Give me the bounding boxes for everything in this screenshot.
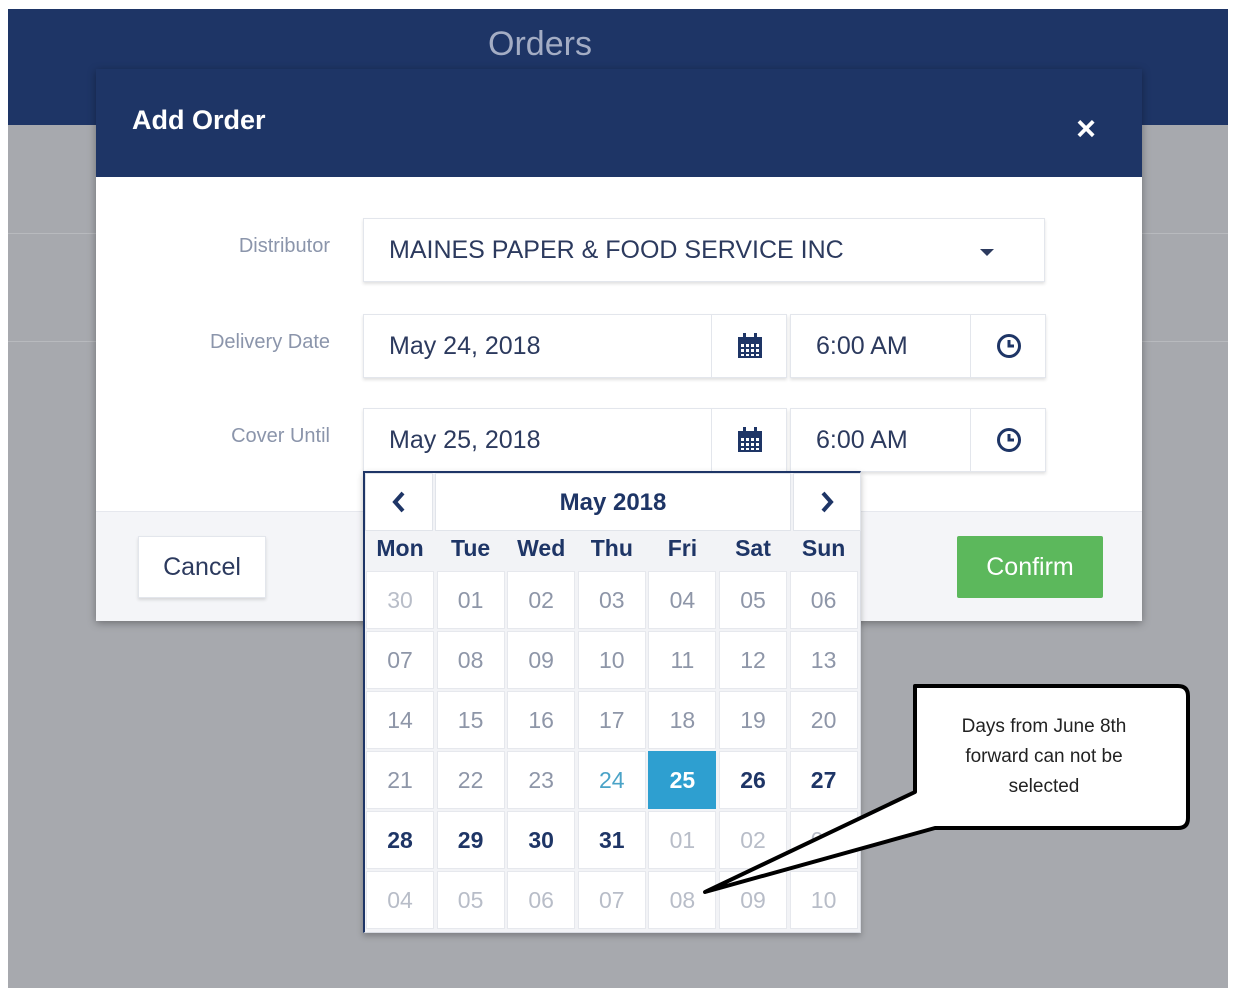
calendar-icon[interactable]	[711, 315, 787, 377]
calendar-day[interactable]: 25	[648, 751, 717, 809]
annotation-text: Days from June 8th forward can not be se…	[961, 716, 1127, 797]
calendar-day: 21	[366, 751, 434, 809]
close-icon[interactable]: ×	[1066, 109, 1106, 149]
calendar-day: 01	[436, 571, 505, 629]
calendar-day[interactable]: 27	[789, 751, 858, 809]
month-label[interactable]: May 2018	[435, 473, 791, 531]
calendar-day[interactable]: 31	[577, 811, 646, 869]
distributor-select[interactable]: MAINES PAPER & FOOD SERVICE INC	[363, 218, 1045, 282]
modal-header: Add Order ×	[96, 69, 1142, 177]
weekday-sun: Sun	[801, 535, 846, 561]
delivery-time-value: 6:00 AM	[816, 332, 908, 360]
calendar-day: 07	[366, 631, 434, 689]
clock-icon[interactable]	[970, 409, 1046, 471]
calendar-day: 12	[719, 631, 787, 689]
weekday-wed: Wed	[517, 535, 566, 561]
cover-until-date-value: May 25, 2018	[389, 426, 541, 454]
calendar-day: 06	[789, 571, 858, 629]
calendar-day: 03	[789, 811, 858, 869]
calendar-day: 13	[789, 631, 858, 689]
delivery-date-label: Delivery Date	[209, 331, 330, 353]
calendar-day: 11	[648, 631, 717, 689]
calendar-day: 14	[366, 691, 434, 749]
calendar-day: 06	[507, 871, 576, 929]
calendar-day: 30	[366, 571, 434, 629]
weekday-fri: Fri	[667, 535, 698, 561]
prev-month-button[interactable]	[365, 473, 433, 531]
calendar-day: 24	[577, 751, 646, 809]
calendar-day: 15	[436, 691, 505, 749]
cover-until-time-value: 6:00 AM	[816, 426, 908, 454]
weekday-sat: Sat	[735, 535, 771, 561]
page-title: Orders	[488, 25, 592, 63]
weekday-mon: Mon	[376, 535, 424, 561]
cover-until-label: Cover Until	[231, 425, 330, 447]
calendar-day[interactable]: 26	[719, 751, 787, 809]
calendar-day: 09	[719, 871, 787, 929]
calendar-day[interactable]: 28	[366, 811, 434, 869]
cover-until-time-input[interactable]: 6:00 AM	[790, 408, 1046, 472]
calendar-day: 07	[577, 871, 646, 929]
distributor-label: Distributor	[238, 235, 330, 257]
calendar-day: 17	[577, 691, 646, 749]
calendar-day: 04	[648, 571, 717, 629]
calendar-day: 04	[366, 871, 434, 929]
calendar-day: 09	[507, 631, 576, 689]
calendar-day: 03	[577, 571, 646, 629]
chevron-left-icon	[392, 491, 405, 513]
caret-down-icon	[980, 249, 994, 256]
next-month-button[interactable]	[793, 473, 861, 531]
calendar-day[interactable]: 29	[436, 811, 505, 869]
calendar-day: 23	[507, 751, 576, 809]
weekday-tue: Tue	[451, 535, 491, 561]
cancel-button[interactable]: Cancel	[138, 536, 266, 598]
app-background: Orders Add Order × Distributor MAINES PA…	[8, 9, 1228, 988]
modal-title: Add Order	[132, 105, 266, 135]
date-picker: May 2018 Mon Tue Wed Thu Fri Sat Sun 30 01 02 03 0…	[363, 471, 861, 933]
distributor-value: MAINES PAPER & FOOD SERVICE INC	[389, 236, 844, 264]
calendar-day: 08	[648, 871, 717, 929]
calendar-day: 05	[719, 571, 787, 629]
calendar-icon[interactable]	[711, 409, 787, 471]
clock-icon[interactable]	[970, 315, 1046, 377]
calendar-day: 02	[507, 571, 576, 629]
chevron-right-icon	[821, 491, 834, 513]
delivery-date-input[interactable]: May 24, 2018	[363, 314, 787, 378]
calendar-day: 18	[648, 691, 717, 749]
calendar-day: 10	[577, 631, 646, 689]
calendar-day: 16	[507, 691, 576, 749]
delivery-date-value: May 24, 2018	[389, 332, 541, 360]
confirm-button[interactable]: Confirm	[957, 536, 1103, 598]
weekday-thu: Thu	[590, 535, 633, 561]
calendar-day: 01	[648, 811, 717, 869]
calendar-day: 02	[719, 811, 787, 869]
calendar-day: 19	[719, 691, 787, 749]
calendar-day: 22	[436, 751, 505, 809]
calendar-day[interactable]: 30	[507, 811, 576, 869]
calendar-day: 08	[436, 631, 505, 689]
delivery-time-input[interactable]: 6:00 AM	[790, 314, 1046, 378]
calendar-day: 20	[789, 691, 858, 749]
calendar-day: 05	[436, 871, 505, 929]
cover-until-date-input[interactable]: May 25, 2018	[363, 408, 787, 472]
calendar-day: 10	[789, 871, 858, 929]
